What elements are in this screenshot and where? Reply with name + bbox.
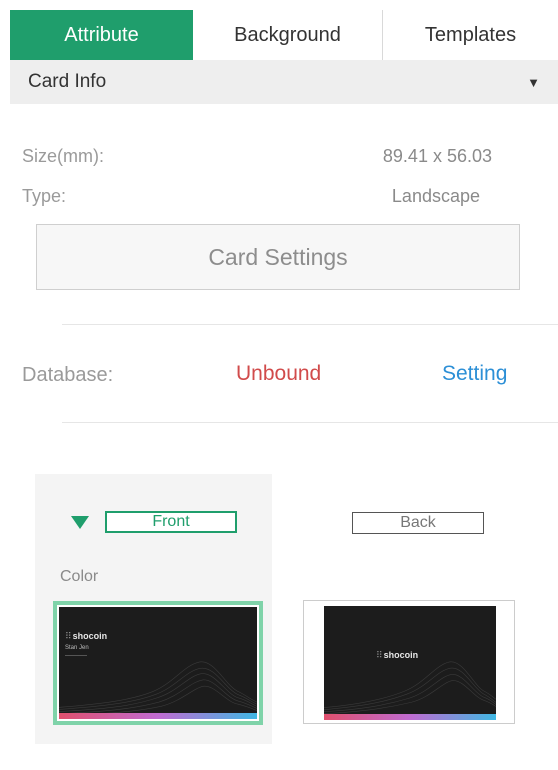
divider	[62, 422, 558, 423]
back-card-thumbnail[interactable]: ⠿shocoin	[303, 600, 515, 724]
front-side-toggle[interactable]: Front	[71, 511, 237, 533]
size-label: Size(mm):	[22, 146, 104, 166]
wave-graphic	[324, 661, 496, 715]
caret-down-icon: ▼	[527, 74, 540, 90]
tab-bar: Attribute Background Templates	[10, 10, 558, 60]
wave-graphic	[59, 661, 257, 717]
back-brand-logo: ⠿shocoin	[376, 650, 419, 660]
gradient-bar	[59, 713, 257, 719]
front-card-thumbnail[interactable]: ⠿shocoin Stan Jen	[53, 601, 263, 725]
database-status: Unbound	[236, 362, 322, 385]
expand-triangle-icon	[71, 515, 89, 529]
type-value: Landscape	[391, 186, 480, 206]
back-side-panel: Back ⠿shocoin	[282, 474, 522, 744]
card-info-section-header[interactable]: Card Info ▼	[10, 60, 558, 104]
front-card-name: Stan Jen	[65, 645, 89, 651]
front-side-label: Front	[105, 511, 237, 533]
divider	[62, 324, 558, 325]
size-value: 89.41 x 56.03	[382, 146, 492, 166]
back-card-image: ⠿shocoin	[324, 606, 496, 720]
tab-background[interactable]: Background	[193, 10, 383, 60]
back-side-label[interactable]: Back	[352, 512, 484, 534]
gradient-bar	[324, 714, 496, 720]
database-setting-link[interactable]: Setting	[442, 362, 507, 386]
tab-templates[interactable]: Templates	[383, 10, 558, 60]
front-side-panel: Front Color ⠿shocoin Stan Jen	[35, 474, 272, 744]
type-label: Type:	[22, 186, 67, 206]
front-brand-logo: ⠿shocoin	[65, 631, 108, 641]
card-settings-button[interactable]: Card Settings	[36, 224, 520, 290]
section-title: Card Info	[28, 71, 107, 92]
front-card-image: ⠿shocoin Stan Jen	[59, 607, 257, 719]
front-card-subline	[65, 655, 87, 656]
color-label: Color	[60, 568, 99, 585]
tab-attribute[interactable]: Attribute	[10, 10, 193, 60]
database-label: Database:	[22, 364, 114, 386]
